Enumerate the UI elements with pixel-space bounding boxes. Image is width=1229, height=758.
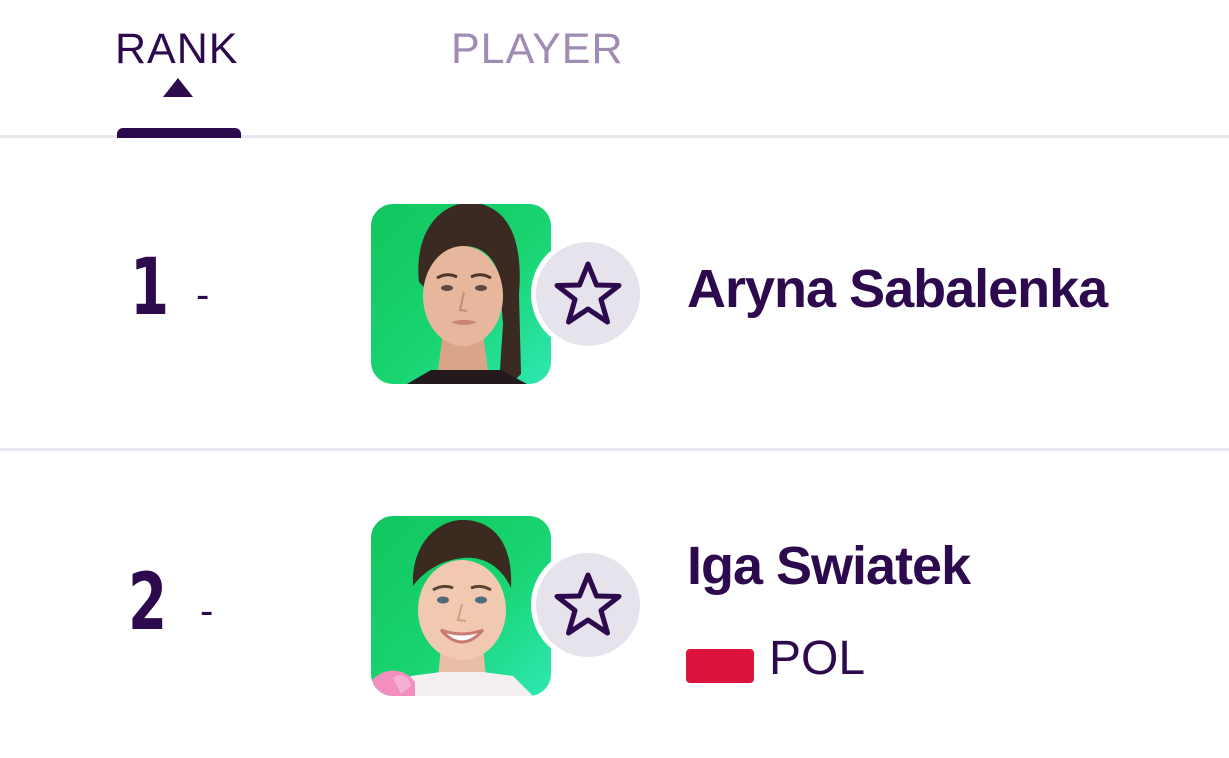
country-code: POL: [769, 632, 866, 685]
ranking-row[interactable]: 2 - Iga Swiatek POL: [0, 451, 1229, 758]
rank-number: 2: [128, 558, 168, 648]
player-photo[interactable]: [371, 516, 551, 696]
ranking-row[interactable]: 1 - Aryna Sabalenka: [0, 141, 1229, 451]
player-name[interactable]: Iga Swiatek: [687, 536, 971, 596]
rank-movement: -: [200, 589, 214, 633]
star-outline-icon: [554, 572, 622, 636]
sort-ascending-icon: [163, 78, 193, 97]
favorite-button[interactable]: [531, 237, 645, 351]
rank-column-header[interactable]: RANK: [115, 26, 238, 72]
rankings-table-header: RANK PLAYER: [0, 0, 1229, 138]
favorite-button[interactable]: [531, 548, 645, 662]
star-outline-icon: [554, 261, 622, 325]
player-column-header[interactable]: PLAYER: [451, 26, 624, 72]
poland-flag-icon: [686, 649, 754, 683]
active-sort-indicator: [117, 128, 241, 138]
player-country: POL: [686, 629, 865, 689]
rank-movement: -: [196, 273, 210, 317]
player-photo[interactable]: [371, 204, 551, 384]
rank-number: 1: [130, 243, 170, 333]
player-name[interactable]: Aryna Sabalenka: [687, 259, 1108, 319]
